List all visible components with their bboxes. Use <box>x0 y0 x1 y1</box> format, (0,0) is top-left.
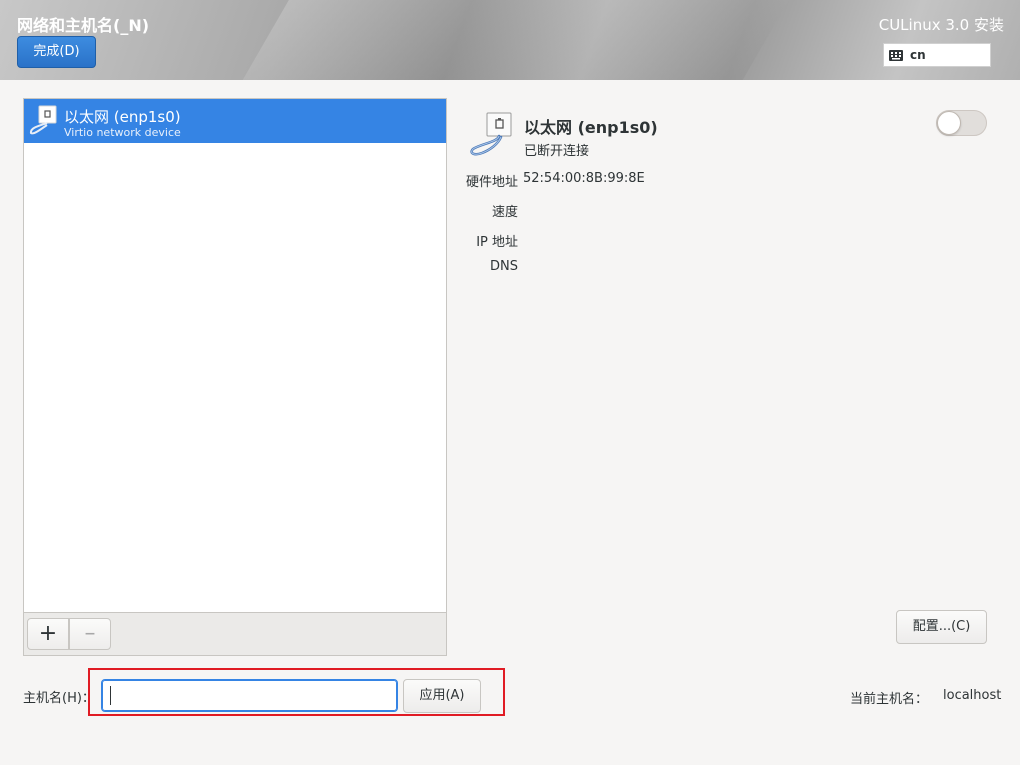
keyboard-icon <box>889 49 903 61</box>
hardware-address-value: 52:54:00:8B:99:8E <box>523 171 645 186</box>
ethernet-icon <box>29 105 57 135</box>
current-hostname-label: 当前主机名： <box>850 692 929 707</box>
connection-toggle[interactable] <box>936 110 987 136</box>
device-list-toolbar: + – <box>24 612 446 655</box>
done-button[interactable]: 完成(D) <box>17 36 96 68</box>
ethernet-icon <box>470 112 512 156</box>
text-cursor <box>110 686 111 705</box>
connection-status: 已断开连接 <box>524 144 590 159</box>
toggle-knob <box>937 111 961 135</box>
remove-device-button[interactable]: – <box>69 618 111 650</box>
page-title: 网络和主机名(_N) <box>17 16 150 35</box>
device-description: Virtio network device <box>64 126 181 139</box>
speed-label: 速度 <box>491 205 518 220</box>
device-detail-name: 以太网 (enp1s0) <box>524 118 658 137</box>
current-hostname-value: localhost <box>943 688 1002 703</box>
hardware-address-label: 硬件地址 <box>465 175 518 190</box>
dns-label: DNS <box>490 259 518 274</box>
hostname-label: 主机名(H)： <box>23 691 95 706</box>
device-name: 以太网 (enp1s0) <box>64 108 181 126</box>
hostname-input[interactable] <box>101 679 398 712</box>
network-device-list: 以太网 (enp1s0) Virtio network device + – <box>23 98 447 656</box>
keyboard-layout-indicator[interactable]: cn <box>883 43 991 67</box>
header-bar: 网络和主机名(_N) 完成(D) CULinux 3.0 安装 cn <box>0 0 1020 80</box>
product-title: CULinux 3.0 安装 <box>878 16 1004 34</box>
keyboard-layout-label: cn <box>910 48 926 62</box>
configure-button[interactable]: 配置...(C) <box>896 610 987 644</box>
add-device-button[interactable]: + <box>27 618 69 650</box>
apply-button[interactable]: 应用(A) <box>403 679 481 713</box>
list-item-enp1s0[interactable]: 以太网 (enp1s0) Virtio network device <box>24 99 446 143</box>
ip-address-label: IP 地址 <box>476 235 518 250</box>
